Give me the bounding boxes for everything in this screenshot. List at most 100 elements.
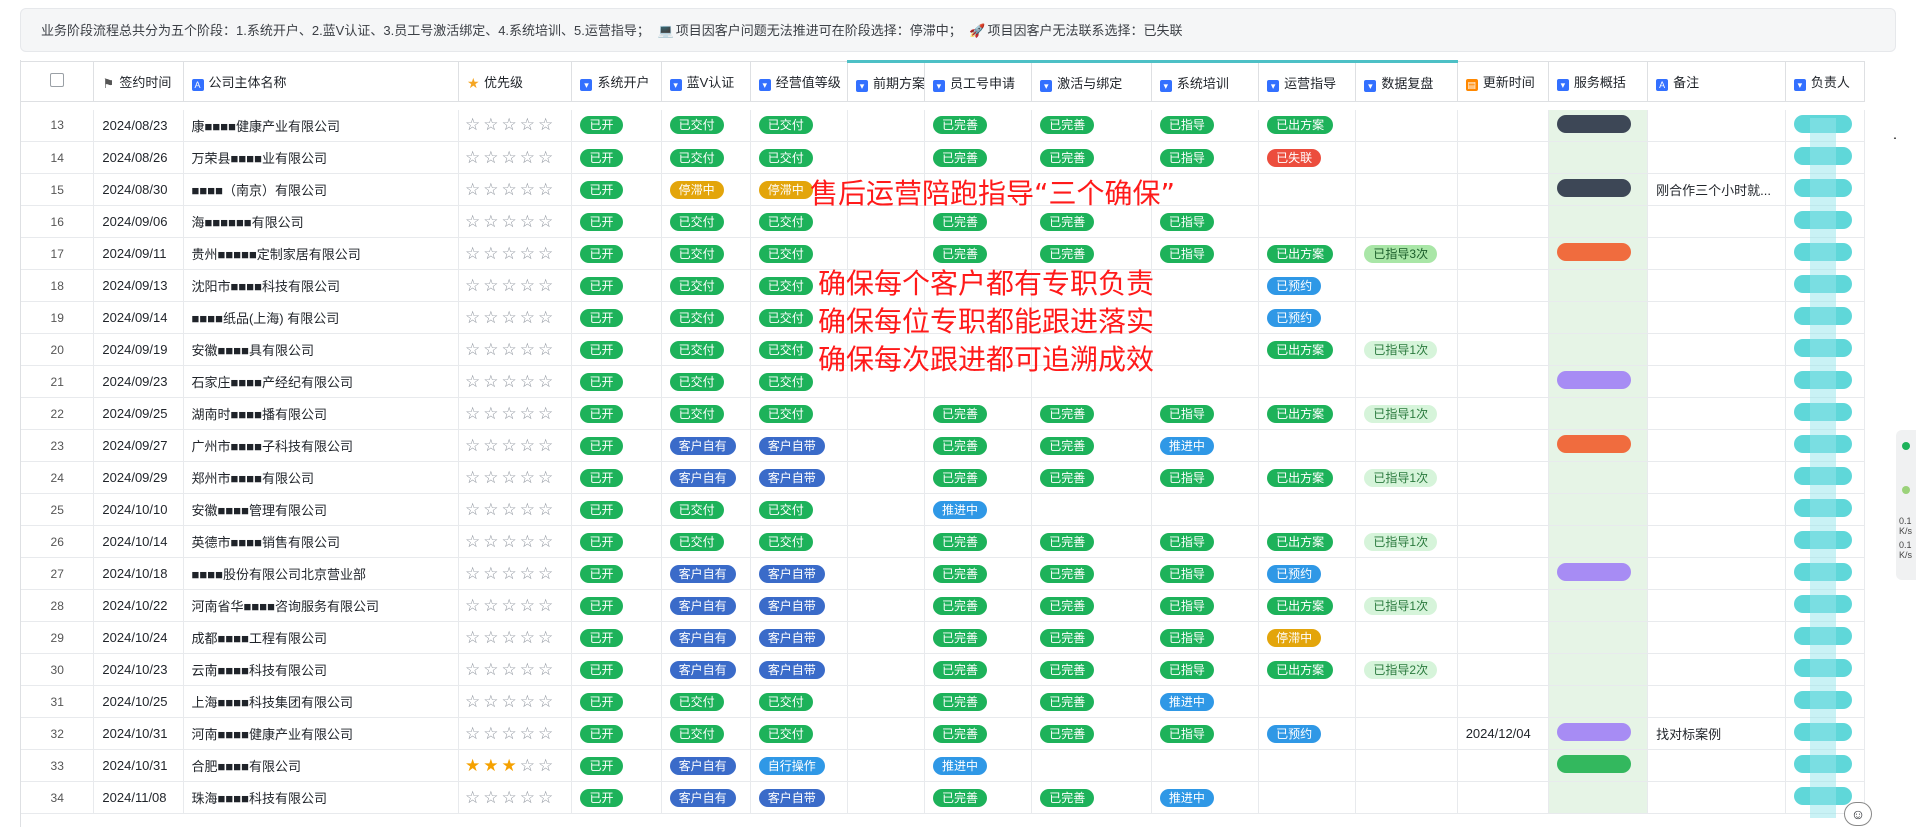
- bluev-cert-cell[interactable]: 已交付: [661, 237, 751, 270]
- note-cell[interactable]: [1647, 365, 1786, 398]
- priority-star-icon[interactable]: ☆: [483, 372, 501, 391]
- service-summary-cell[interactable]: [1548, 685, 1649, 718]
- priority-star-icon[interactable]: ☆: [538, 180, 556, 199]
- ops-guide-cell[interactable]: 已预约: [1258, 717, 1357, 750]
- priority-star-icon[interactable]: ☆: [465, 308, 483, 327]
- col-header[interactable]: A 备注: [1647, 61, 1786, 102]
- col-header[interactable]: ▾ 数据复盘: [1355, 60, 1458, 102]
- col-header[interactable]: ▾ 激活与绑定: [1031, 60, 1152, 102]
- service-summary-cell[interactable]: [1548, 397, 1649, 430]
- note-cell[interactable]: [1647, 141, 1786, 174]
- bluev-cert-cell[interactable]: 已交付: [661, 109, 751, 142]
- activation-cell[interactable]: 已完善: [1031, 781, 1152, 814]
- staff-apply-cell[interactable]: 已完善: [924, 685, 1033, 718]
- update-time-cell[interactable]: [1457, 205, 1549, 238]
- early-plan-cell[interactable]: [847, 429, 925, 462]
- ops-guide-cell[interactable]: 已出方案: [1258, 461, 1357, 494]
- service-summary-cell[interactable]: [1548, 749, 1649, 782]
- priority-star-icon[interactable]: ☆: [538, 596, 556, 615]
- training-cell[interactable]: 已指导: [1151, 653, 1260, 686]
- table-row[interactable]: 25 2024/10/10 安徽■■■■管理有限公司 ☆☆☆☆☆ 已开 已交付 已交付 推进中: [21, 493, 1866, 526]
- company-name-cell[interactable]: 沈阳市■■■■科技有限公司: [183, 269, 460, 302]
- ops-guide-cell[interactable]: 已出方案: [1258, 589, 1357, 622]
- priority-star-icon[interactable]: ☆: [483, 115, 501, 134]
- bluev-cert-cell[interactable]: 已交付: [661, 685, 751, 718]
- bluev-cert-cell[interactable]: 客户自有: [661, 557, 751, 590]
- account-open-cell[interactable]: 已开: [571, 525, 662, 558]
- training-cell[interactable]: 推进中: [1151, 781, 1260, 814]
- priority-star-icon[interactable]: ☆: [538, 532, 556, 551]
- priority-star-icon[interactable]: ☆: [538, 276, 556, 295]
- business-level-cell[interactable]: 已交付: [750, 493, 848, 526]
- priority-star-icon[interactable]: ☆: [483, 276, 501, 295]
- training-cell[interactable]: [1151, 269, 1260, 302]
- service-summary-cell[interactable]: [1548, 429, 1649, 462]
- update-time-cell[interactable]: [1457, 749, 1549, 782]
- bluev-cert-cell[interactable]: 已交付: [661, 397, 751, 430]
- business-level-cell[interactable]: 已交付: [750, 397, 848, 430]
- ops-guide-cell[interactable]: 已预约: [1258, 301, 1357, 334]
- update-time-cell[interactable]: [1457, 301, 1549, 334]
- activation-cell[interactable]: 已完善: [1031, 685, 1152, 718]
- early-plan-cell[interactable]: [847, 557, 925, 590]
- table-row[interactable]: 28 2024/10/22 河南省华■■■■咨询服务有限公司 ☆☆☆☆☆ 已开 客户自有客…: [21, 589, 1866, 622]
- priority-star-icon[interactable]: ☆: [520, 404, 538, 423]
- priority-star-icon[interactable]: ☆: [483, 340, 501, 359]
- service-summary-cell[interactable]: [1548, 653, 1649, 686]
- ops-guide-cell[interactable]: 已出方案: [1258, 397, 1357, 430]
- early-plan-cell[interactable]: [847, 461, 925, 494]
- sign-date-cell[interactable]: 2024/11/08: [93, 781, 184, 814]
- ops-guide-cell[interactable]: [1258, 429, 1357, 462]
- priority-cell[interactable]: ☆☆☆☆☆: [458, 685, 573, 718]
- priority-star-icon[interactable]: ☆: [520, 564, 538, 583]
- priority-star-icon[interactable]: ☆: [520, 148, 538, 167]
- priority-star-icon[interactable]: ☆: [502, 724, 520, 743]
- data-review-cell[interactable]: 已指导1次: [1355, 397, 1458, 430]
- priority-star-icon[interactable]: ☆: [520, 308, 538, 327]
- priority-star-icon[interactable]: ☆: [465, 148, 483, 167]
- col-header[interactable]: ▾ 负责人: [1785, 61, 1866, 102]
- update-time-cell[interactable]: [1457, 653, 1549, 686]
- ops-guide-cell[interactable]: [1258, 781, 1357, 814]
- priority-star-icon[interactable]: ☆: [520, 244, 538, 263]
- priority-star-icon[interactable]: ☆: [538, 115, 556, 134]
- early-plan-cell[interactable]: [847, 397, 925, 430]
- col-header[interactable]: ▾ 系统培训: [1151, 60, 1260, 102]
- col-header[interactable]: ▾ 经营值等级: [750, 61, 848, 102]
- company-name-cell[interactable]: 成都■■■■工程有限公司: [183, 621, 460, 654]
- priority-star-icon[interactable]: ☆: [502, 372, 520, 391]
- account-open-cell[interactable]: 已开: [571, 301, 662, 334]
- sign-date-cell[interactable]: 2024/09/11: [93, 237, 184, 270]
- priority-star-icon[interactable]: ☆: [465, 244, 483, 263]
- priority-cell[interactable]: ☆☆☆☆☆: [458, 333, 573, 366]
- data-review-cell[interactable]: [1355, 173, 1458, 206]
- company-name-cell[interactable]: 康■■■■健康产业有限公司: [183, 109, 460, 142]
- update-time-cell[interactable]: [1457, 397, 1549, 430]
- priority-cell[interactable]: ☆☆☆☆☆: [458, 365, 573, 398]
- service-summary-cell[interactable]: [1548, 589, 1649, 622]
- priority-star-icon[interactable]: ☆: [520, 724, 538, 743]
- priority-star-icon[interactable]: ☆: [520, 628, 538, 647]
- sign-date-cell[interactable]: 2024/10/23: [93, 653, 184, 686]
- staff-apply-cell[interactable]: 已完善: [924, 717, 1033, 750]
- priority-star-icon[interactable]: ☆: [502, 788, 520, 807]
- priority-star-icon[interactable]: ★: [483, 756, 501, 775]
- priority-star-icon[interactable]: ☆: [538, 756, 556, 775]
- account-open-cell[interactable]: 已开: [571, 333, 662, 366]
- service-summary-cell[interactable]: [1548, 493, 1649, 526]
- company-name-cell[interactable]: 石家庄■■■■产经纪有限公司: [183, 365, 460, 398]
- bluev-cert-cell[interactable]: 已交付: [661, 493, 751, 526]
- training-cell[interactable]: [1151, 365, 1260, 398]
- early-plan-cell[interactable]: [847, 589, 925, 622]
- priority-star-icon[interactable]: ☆: [465, 436, 483, 455]
- row-number-cell[interactable]: 31: [21, 685, 95, 718]
- priority-star-icon[interactable]: ☆: [465, 372, 483, 391]
- account-open-cell[interactable]: 已开: [571, 621, 662, 654]
- priority-star-icon[interactable]: ☆: [502, 340, 520, 359]
- account-open-cell[interactable]: 已开: [571, 461, 662, 494]
- service-summary-cell[interactable]: [1548, 301, 1649, 334]
- service-summary-cell[interactable]: [1548, 333, 1649, 366]
- account-open-cell[interactable]: 已开: [571, 781, 662, 814]
- early-plan-cell[interactable]: [847, 621, 925, 654]
- row-number-cell[interactable]: 18: [21, 269, 95, 302]
